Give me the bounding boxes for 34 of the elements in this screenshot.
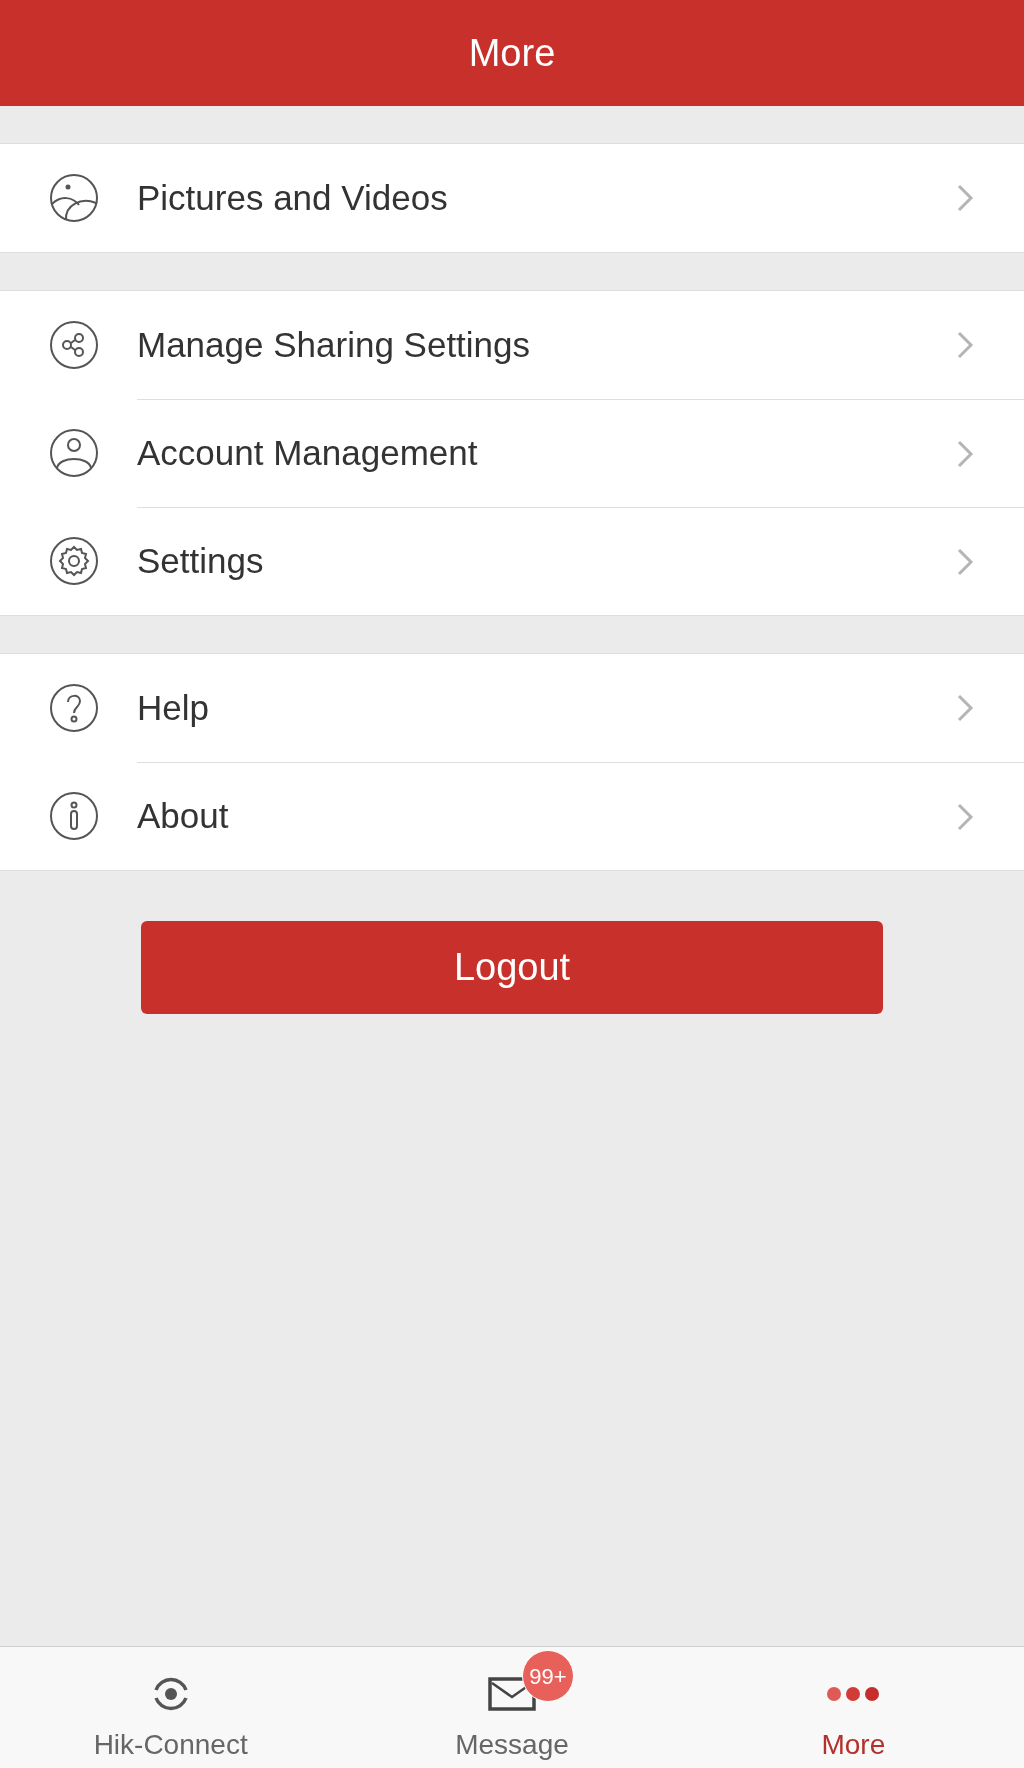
landscape-icon [49, 173, 99, 223]
chevron-icon [956, 801, 974, 832]
more-icon [825, 1685, 882, 1703]
chevron-icon [956, 693, 974, 723]
menu-item[interactable]: About [0, 762, 1024, 870]
chevron-icon [956, 546, 974, 577]
tab-label: Hik-Connect [93, 1728, 248, 1762]
share-icon [49, 320, 99, 370]
chevron-icon [956, 183, 974, 213]
menu-item-label: Help [137, 686, 210, 729]
menu-item-label: Account Management [137, 432, 479, 475]
count-badge: 99+ [522, 1650, 574, 1702]
tab-label: More [821, 1728, 886, 1762]
menu-item-label: Manage Sharing Settings [137, 323, 532, 366]
tab[interactable]: Hik-Connect [0, 1647, 342, 1768]
logout-button[interactable]: Logout [141, 921, 883, 1014]
menu-item-label: Pictures and Videos [137, 176, 449, 219]
tab[interactable]: More [682, 1647, 1024, 1768]
chevron-icon [956, 438, 974, 469]
user-icon [49, 428, 99, 478]
menu-item[interactable]: Account Management [0, 399, 1024, 507]
menu-item-label: Settings [137, 540, 265, 583]
menu-item[interactable]: Settings [0, 507, 1024, 615]
menu-item-label: About [137, 795, 230, 838]
header-title: More [468, 30, 556, 76]
help-icon [49, 683, 99, 733]
tab[interactable]: 99+ Message [341, 1647, 683, 1768]
settings-icon [49, 536, 99, 586]
tab-label: Message [455, 1728, 569, 1762]
info-icon [49, 791, 99, 841]
menu-item[interactable]: Help [0, 654, 1024, 762]
menu-item[interactable]: Pictures and Videos [0, 144, 1024, 252]
chevron-icon [956, 330, 974, 360]
menu-item[interactable]: Manage Sharing Settings [0, 291, 1024, 399]
